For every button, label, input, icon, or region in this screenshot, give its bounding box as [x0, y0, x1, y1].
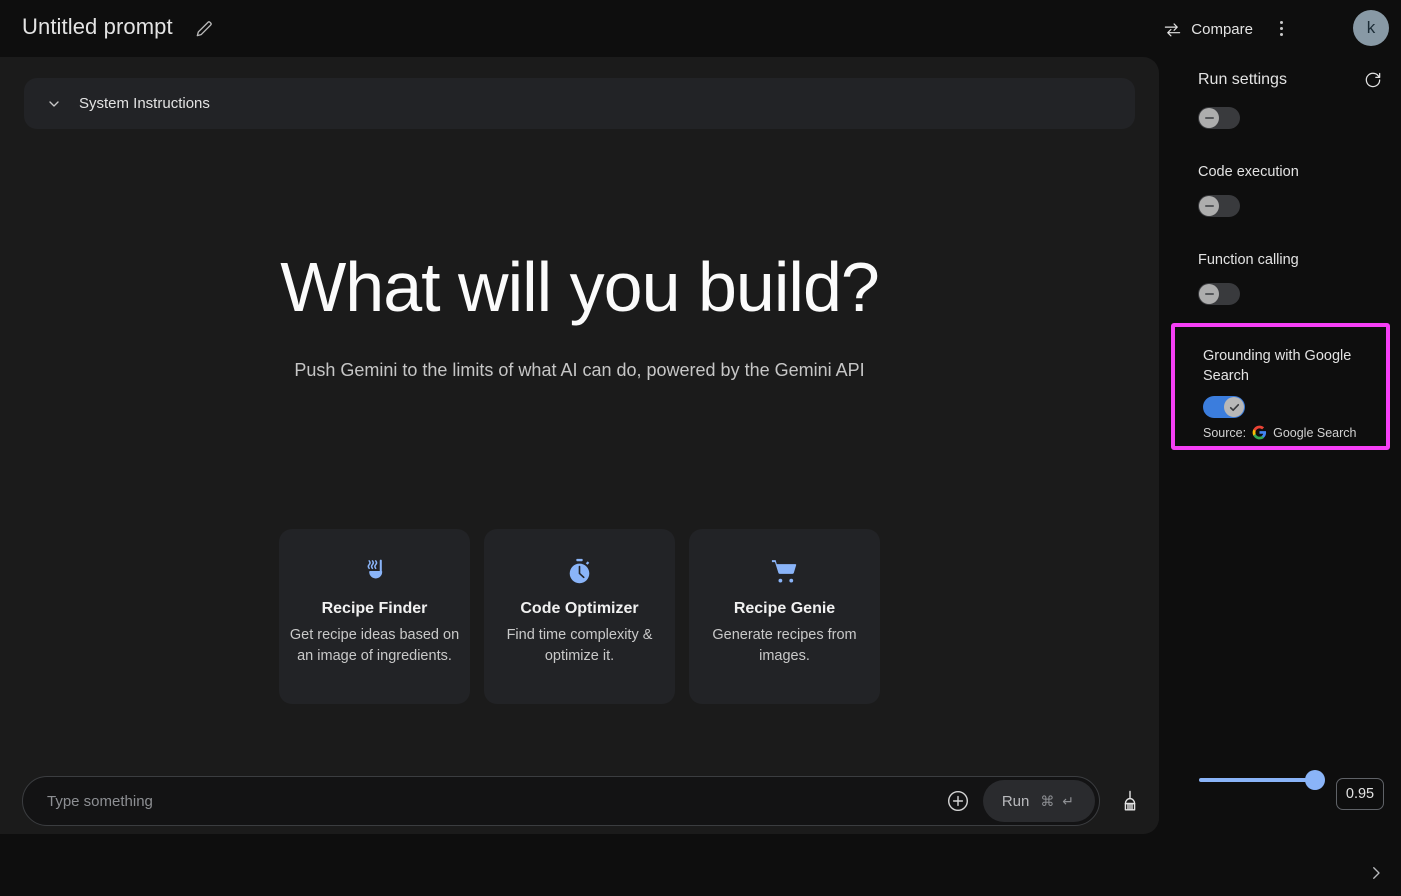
- grounding-source-prefix: Source:: [1203, 425, 1247, 440]
- card-recipe-finder[interactable]: Recipe Finder Get recipe ideas based on …: [279, 529, 470, 704]
- shopping-cart-icon: [770, 557, 799, 586]
- hero-title: What will you build?: [280, 248, 880, 326]
- card-title: Code Optimizer: [520, 600, 639, 617]
- top-p-slider[interactable]: [1199, 770, 1325, 790]
- function-calling-label: Function calling: [1198, 251, 1299, 269]
- run-settings-sidebar: Run settings Edit Code execution Functio…: [1159, 57, 1401, 896]
- check-icon: [1224, 397, 1244, 417]
- grounding-with-google-search-card: Grounding with Google Search Source: Goo…: [1171, 323, 1390, 450]
- run-label: Run: [1001, 792, 1030, 810]
- prompt-input-bar: Run ⌘ ↵: [0, 772, 1159, 834]
- page-title: Untitled prompt: [22, 14, 173, 39]
- broom-icon[interactable]: [1118, 788, 1142, 814]
- top-p-slider-thumb[interactable]: [1305, 770, 1325, 790]
- grounding-source-row: Source: Google Search: [1203, 425, 1356, 440]
- google-g-icon: [1252, 425, 1267, 440]
- card-code-optimizer[interactable]: Code Optimizer Find time complexity & op…: [484, 529, 675, 704]
- card-description: Find time complexity & optimize it.: [506, 627, 653, 664]
- run-shortcut: ⌘ ↵: [1040, 792, 1076, 809]
- code-execution-text: Code execution: [1198, 164, 1299, 180]
- chevron-down-icon: [46, 96, 62, 112]
- compare-button[interactable]: Compare: [1163, 15, 1253, 43]
- code-execution-label: Code execution: [1198, 163, 1299, 181]
- refresh-icon[interactable]: [1363, 70, 1383, 90]
- top-toggle[interactable]: [1198, 107, 1240, 129]
- prompt-input-wrapper: Run ⌘ ↵: [22, 776, 1100, 826]
- prompt-input[interactable]: [47, 792, 943, 810]
- grounding-toggle[interactable]: [1203, 396, 1245, 418]
- avatar[interactable]: k: [1353, 10, 1389, 46]
- run-settings-header: Run settings: [1198, 71, 1287, 88]
- grounding-label: Grounding with Google Search: [1203, 348, 1352, 385]
- stopwatch-icon: [565, 557, 594, 586]
- soup-ladle-icon: [360, 557, 389, 586]
- system-instructions-label: System Instructions: [79, 95, 210, 112]
- system-instructions-row[interactable]: System Instructions: [24, 78, 1135, 129]
- compare-label: Compare: [1191, 20, 1253, 38]
- card-recipe-genie[interactable]: Recipe Genie Generate recipes from image…: [689, 529, 880, 704]
- function-calling-row: [1198, 283, 1240, 305]
- plus-circle-icon[interactable]: [943, 786, 973, 816]
- card-description: Get recipe ideas based on an image of in…: [289, 627, 460, 664]
- top-p-value[interactable]: 0.95: [1336, 778, 1384, 810]
- main-panel: System Instructions What will you build?…: [0, 57, 1159, 834]
- hero-section: What will you build? Push Gemini to the …: [0, 247, 1159, 381]
- card-title: Recipe Genie: [733, 600, 836, 617]
- function-calling-toggle[interactable]: [1198, 283, 1240, 305]
- function-calling-text: Function calling: [1198, 252, 1299, 268]
- card-description: Generate recipes from images.: [712, 627, 857, 664]
- run-button[interactable]: Run ⌘ ↵: [982, 780, 1095, 822]
- example-cards: Recipe Finder Get recipe ideas based on …: [0, 529, 1159, 704]
- top-toggle-row: [1198, 107, 1240, 129]
- chevron-right-icon[interactable]: [1367, 864, 1385, 882]
- code-execution-row: [1198, 195, 1240, 217]
- kebab-menu-icon[interactable]: [1267, 14, 1295, 42]
- code-execution-toggle[interactable]: [1198, 195, 1240, 217]
- compare-arrows-icon: [1163, 20, 1182, 39]
- top-p-slider-row: [1199, 770, 1325, 790]
- grounding-source-name: Google Search: [1273, 425, 1357, 440]
- ai-studio-window: Untitled prompt Compare k System Instruc…: [0, 0, 1401, 896]
- hero-subtitle: Push Gemini to the limits of what AI can…: [294, 359, 865, 380]
- pencil-icon[interactable]: [194, 19, 214, 39]
- top-bar: Untitled prompt Compare k: [0, 0, 1401, 57]
- card-title: Recipe Finder: [321, 600, 428, 617]
